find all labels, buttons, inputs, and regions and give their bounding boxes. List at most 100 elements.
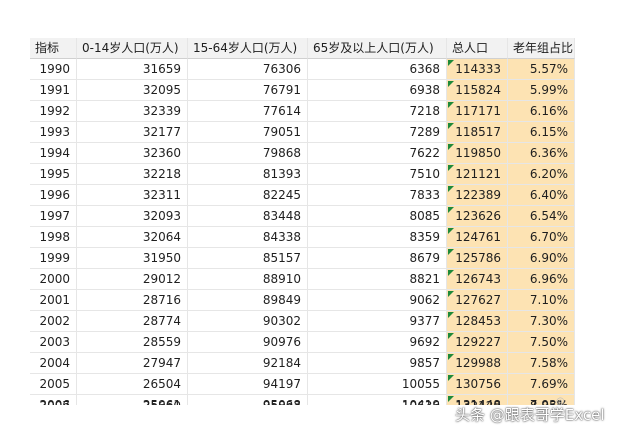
table-cell[interactable]: 83448 <box>188 206 308 227</box>
table-cell[interactable]: 125786 <box>447 248 508 269</box>
table-cell[interactable]: 7510 <box>308 164 447 185</box>
header-cell-age-15-64[interactable]: 15-64岁人口(万人) <box>188 38 308 59</box>
table-cell[interactable]: 94197 <box>188 374 308 395</box>
table-cell[interactable]: 5.99% <box>508 80 575 101</box>
table-cell[interactable]: 129988 <box>447 353 508 374</box>
table-cell[interactable]: 77614 <box>188 101 308 122</box>
table-cell[interactable]: 27947 <box>77 353 188 374</box>
table-cell[interactable]: 26504 <box>77 374 188 395</box>
table-cell[interactable]: 5.57% <box>508 59 575 80</box>
table-cell[interactable]: 2007 <box>30 396 77 405</box>
table-cell[interactable]: 1997 <box>30 206 77 227</box>
table-cell[interactable]: 6.20% <box>508 164 575 185</box>
table-cell[interactable]: 115824 <box>447 80 508 101</box>
table-cell[interactable]: 1998 <box>30 227 77 248</box>
table-cell[interactable]: 126743 <box>447 269 508 290</box>
table-cell[interactable]: 7.10% <box>508 290 575 311</box>
table-cell[interactable]: 123626 <box>447 206 508 227</box>
table-cell[interactable]: 6.90% <box>508 248 575 269</box>
table-cell[interactable]: 2002 <box>30 311 77 332</box>
table-cell[interactable]: 95833 <box>188 396 308 405</box>
table-cell[interactable]: 118517 <box>447 122 508 143</box>
table-cell[interactable]: 2005 <box>30 374 77 395</box>
table-cell[interactable]: 130756 <box>447 374 508 395</box>
table-cell[interactable]: 1993 <box>30 122 77 143</box>
table-cell[interactable]: 9857 <box>308 353 447 374</box>
table-cell[interactable]: 7.69% <box>508 374 575 395</box>
table-cell[interactable]: 8679 <box>308 248 447 269</box>
table-cell[interactable]: 6938 <box>308 80 447 101</box>
table-cell[interactable]: 8359 <box>308 227 447 248</box>
table-cell[interactable]: 7622 <box>308 143 447 164</box>
table-cell[interactable]: 82245 <box>188 185 308 206</box>
table-cell[interactable]: 90302 <box>188 311 308 332</box>
table-cell[interactable]: 32177 <box>77 122 188 143</box>
table-cell[interactable]: 88910 <box>188 269 308 290</box>
table-cell[interactable]: 6.70% <box>508 227 575 248</box>
table-cell[interactable]: 32095 <box>77 80 188 101</box>
table-cell[interactable]: 2004 <box>30 353 77 374</box>
header-cell-elderly-ratio[interactable]: 老年组占比 <box>508 38 575 59</box>
table-cell[interactable]: 6.54% <box>508 206 575 227</box>
table-cell[interactable]: 7.58% <box>508 353 575 374</box>
table-cell[interactable]: 6.40% <box>508 185 575 206</box>
table-cell[interactable]: 7.30% <box>508 311 575 332</box>
table-cell[interactable]: 10636 <box>308 396 447 405</box>
table-cell[interactable]: 32218 <box>77 164 188 185</box>
table-cell[interactable]: 28559 <box>77 332 188 353</box>
table-cell[interactable]: 7218 <box>308 101 447 122</box>
table-cell[interactable]: 32360 <box>77 143 188 164</box>
table-cell[interactable]: 1991 <box>30 80 77 101</box>
table-cell[interactable]: 7.50% <box>508 332 575 353</box>
table-cell[interactable]: 9062 <box>308 290 447 311</box>
table-cell[interactable]: 7289 <box>308 122 447 143</box>
table-cell[interactable]: 81393 <box>188 164 308 185</box>
table-cell[interactable]: 32064 <box>77 227 188 248</box>
table-cell[interactable]: 32311 <box>77 185 188 206</box>
table-cell[interactable]: 76791 <box>188 80 308 101</box>
table-cell[interactable]: 76306 <box>188 59 308 80</box>
table-cell[interactable]: 8085 <box>308 206 447 227</box>
table-cell[interactable]: 92184 <box>188 353 308 374</box>
table-cell[interactable]: 114333 <box>447 59 508 80</box>
table-cell[interactable]: 117171 <box>447 101 508 122</box>
table-cell[interactable]: 6.36% <box>508 143 575 164</box>
table-cell[interactable]: 119850 <box>447 143 508 164</box>
table-cell[interactable]: 31659 <box>77 59 188 80</box>
table-cell[interactable]: 84338 <box>188 227 308 248</box>
header-cell-age-0-14[interactable]: 0-14岁人口(万人) <box>77 38 188 59</box>
table-cell[interactable]: 1996 <box>30 185 77 206</box>
table-cell[interactable]: 89849 <box>188 290 308 311</box>
table-cell[interactable]: 79051 <box>188 122 308 143</box>
table-cell[interactable]: 8821 <box>308 269 447 290</box>
table-cell[interactable]: 9377 <box>308 311 447 332</box>
table-cell[interactable]: 31950 <box>77 248 188 269</box>
table-cell[interactable]: 2003 <box>30 332 77 353</box>
table-cell[interactable]: 6.16% <box>508 101 575 122</box>
table-cell[interactable]: 79868 <box>188 143 308 164</box>
table-cell[interactable]: 128453 <box>447 311 508 332</box>
table-cell[interactable]: 1999 <box>30 248 77 269</box>
table-cell[interactable]: 2001 <box>30 290 77 311</box>
table-cell[interactable]: 122389 <box>447 185 508 206</box>
table-cell[interactable]: 29012 <box>77 269 188 290</box>
table-cell[interactable]: 32339 <box>77 101 188 122</box>
table-cell[interactable]: 127627 <box>447 290 508 311</box>
header-cell-age-65-plus[interactable]: 65岁及以上人口(万人) <box>308 38 447 59</box>
table-cell[interactable]: 124761 <box>447 227 508 248</box>
table-cell[interactable]: 28774 <box>77 311 188 332</box>
header-cell-total[interactable]: 总人口 <box>447 38 508 59</box>
table-cell[interactable]: 28716 <box>77 290 188 311</box>
table-cell[interactable]: 1992 <box>30 101 77 122</box>
table-cell[interactable]: 85157 <box>188 248 308 269</box>
table-cell[interactable]: 6368 <box>308 59 447 80</box>
table-cell[interactable]: 6.15% <box>508 122 575 143</box>
table-cell[interactable]: 2000 <box>30 269 77 290</box>
table-cell[interactable]: 9692 <box>308 332 447 353</box>
table-cell[interactable]: 7833 <box>308 185 447 206</box>
table-cell[interactable]: 1990 <box>30 59 77 80</box>
table-cell[interactable]: 1994 <box>30 143 77 164</box>
table-cell[interactable]: 121121 <box>447 164 508 185</box>
table-cell[interactable]: 129227 <box>447 332 508 353</box>
table-cell[interactable]: 6.96% <box>508 269 575 290</box>
